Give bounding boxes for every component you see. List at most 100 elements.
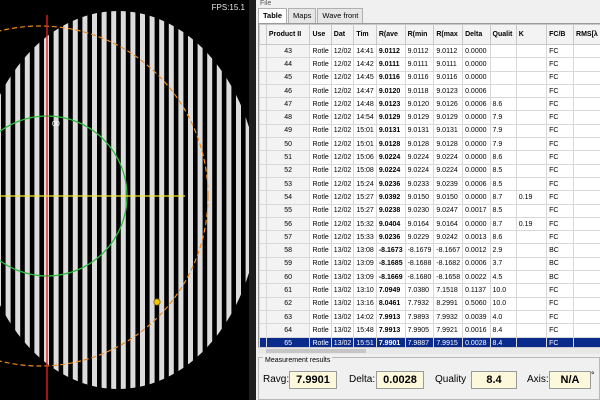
table-cell: FC xyxy=(546,203,575,218)
horizontal-scrollbar[interactable] xyxy=(258,347,600,354)
table-cell: 14:47 xyxy=(353,83,377,99)
marker-dot xyxy=(153,298,161,306)
table-cell: 7.9921 xyxy=(433,323,464,338)
table-cell: BC xyxy=(546,256,575,272)
column-header[interactable]: Tim xyxy=(353,24,377,45)
table-cell: 9.0126 xyxy=(433,97,464,112)
row-header[interactable] xyxy=(259,57,267,72)
table-row[interactable]: 47 Rotle 12/02 14:48 9.0123 9.0120 9.0126 0.000… xyxy=(259,97,600,112)
column-header[interactable]: Dat xyxy=(330,24,355,45)
table-cell: Rotle xyxy=(309,216,332,232)
table-row[interactable]: 57 Rotle 12/02 15:33 9.0236 9.0229 9.0242 0.001… xyxy=(259,230,600,245)
row-header[interactable] xyxy=(259,296,267,311)
table-cell: 9.0112 xyxy=(404,43,435,59)
row-header[interactable] xyxy=(259,150,267,165)
overlay-number-label: 00 xyxy=(52,121,60,128)
table-cell: 0.0006 xyxy=(462,176,491,192)
splitter[interactable] xyxy=(249,0,256,400)
table-row[interactable]: 45 Rotle 12/02 14:45 9.0116 9.0116 9.0116 0.000… xyxy=(259,70,600,85)
column-header[interactable]: RMS[λ xyxy=(573,24,600,45)
row-header[interactable] xyxy=(259,270,267,285)
column-header[interactable]: Delta xyxy=(462,24,491,45)
table-row[interactable]: 52 Rotle 12/02 15:08 9.0224 9.0224 9.0224 0.000… xyxy=(259,163,600,178)
table-cell: 9.0116 xyxy=(433,70,464,85)
table-cell: 15:33 xyxy=(353,230,377,245)
table-row[interactable]: 56 Rotle 12/02 15:32 9.0404 9.0164 9.0164 0.000… xyxy=(259,216,600,232)
row-header[interactable] xyxy=(259,190,267,205)
table-cell: 15:24 xyxy=(353,176,377,192)
row-header[interactable] xyxy=(259,256,267,272)
table-cell xyxy=(489,57,517,72)
row-header[interactable] xyxy=(259,323,267,338)
table-cell: 8.2991 xyxy=(433,296,464,311)
quality-label: Quality xyxy=(435,374,467,385)
row-header-corner xyxy=(259,24,267,45)
table-cell xyxy=(515,123,548,139)
table-row[interactable]: 54 Rotle 12/02 15:27 9.0392 9.0150 9.0150 0.000… xyxy=(259,190,600,205)
table-cell: 4.0 xyxy=(489,309,517,325)
row-header[interactable] xyxy=(259,97,267,112)
column-header[interactable]: Use xyxy=(309,24,332,45)
row-header[interactable] xyxy=(259,83,267,99)
table-row[interactable]: 50 Rotle 12/02 15:01 9.0128 9.0128 9.0128 0.000… xyxy=(259,137,600,152)
tab-maps[interactable]: Maps xyxy=(288,8,317,23)
table-row[interactable]: 63 Rotle 13/02 14:02 7.9913 7.9893 7.9932 0.003… xyxy=(259,309,600,325)
table-row[interactable]: 59 Rotle 13/02 13:09 -8.1685 -8.1688 -8.1682 0.… xyxy=(259,256,600,272)
row-header[interactable] xyxy=(259,216,267,232)
table-row[interactable]: 61 Rotle 13/02 13:10 7.0949 7.0380 7.1518 0.113… xyxy=(259,283,600,298)
row-header[interactable] xyxy=(259,70,267,85)
row-header[interactable] xyxy=(259,163,267,178)
row-header[interactable] xyxy=(259,137,267,152)
table-cell xyxy=(515,57,548,72)
table-row[interactable]: 48 Rotle 12/02 14:54 9.0129 9.0129 9.0129 0.000… xyxy=(259,110,600,125)
table-cell: 9.0164 xyxy=(404,216,435,232)
row-header[interactable] xyxy=(259,43,267,59)
table-row[interactable]: 43 Rotle 12/02 14:41 9.0112 9.0112 9.0112 0.000… xyxy=(259,43,600,59)
table-cell xyxy=(573,150,600,165)
row-header[interactable] xyxy=(259,110,267,125)
row-header[interactable] xyxy=(259,203,267,218)
table-cell: 45 xyxy=(265,70,311,85)
column-header[interactable]: R(min xyxy=(404,24,435,45)
menu-file[interactable]: File xyxy=(260,0,271,8)
table-row[interactable]: 53 Rotle 12/02 15:24 9.0236 9.0233 9.0239 0.000… xyxy=(259,176,600,192)
table-row[interactable]: 44 Rotle 12/02 14:42 9.0111 9.0111 9.0111 0.000… xyxy=(259,57,600,72)
table-cell xyxy=(515,323,548,338)
column-header[interactable]: FC/B xyxy=(546,24,575,45)
table-row[interactable]: 49 Rotle 12/02 15:01 9.0131 9.0131 9.0131 0.000… xyxy=(259,123,600,139)
table-cell: 52 xyxy=(265,163,311,178)
table-cell xyxy=(573,43,600,59)
table-cell: 59 xyxy=(265,256,311,272)
column-header[interactable]: Product II xyxy=(265,24,311,45)
table-cell: 56 xyxy=(265,216,311,232)
column-header[interactable]: R(ave xyxy=(375,24,406,45)
table-row[interactable]: 55 Rotle 12/02 15:27 9.0238 9.0230 9.0247 0.001… xyxy=(259,203,600,218)
table-cell xyxy=(573,83,600,99)
tab-table[interactable]: Table xyxy=(258,8,288,24)
measurement-results-group: Measurement results Ravg: 7.9901 Delta: … xyxy=(258,357,600,400)
table-cell: FC xyxy=(546,190,575,205)
table-row[interactable]: 46 Rotle 12/02 14:47 9.0120 9.0118 9.0123 0.000… xyxy=(259,83,600,99)
table-cell: 9.0120 xyxy=(375,83,406,99)
row-header[interactable] xyxy=(259,283,267,298)
column-header[interactable]: R(max xyxy=(433,24,464,45)
table-row[interactable]: 58 Rotle 13/02 13:08 -8.1673 -8.1679 -8.1667 0.… xyxy=(259,243,600,258)
table-cell: 15:27 xyxy=(353,190,377,205)
tab-wave-front[interactable]: Wave front xyxy=(317,8,364,23)
column-header[interactable]: Qualit xyxy=(489,24,517,45)
table-cell: 58 xyxy=(265,243,311,258)
table-cell: 0.0000 xyxy=(462,150,491,165)
table-row[interactable]: 60 Rotle 13/02 13:09 -8.1669 -8.1680 -8.1658 0.… xyxy=(259,270,600,285)
table-cell: 14:54 xyxy=(353,110,377,125)
row-header[interactable] xyxy=(259,243,267,258)
row-header[interactable] xyxy=(259,230,267,245)
row-header[interactable] xyxy=(259,176,267,192)
table-row[interactable]: 62 Rotle 13/02 13:16 8.0461 7.7932 8.2991 0.506… xyxy=(259,296,600,311)
table-row[interactable]: 51 Rotle 12/02 15:06 9.0224 9.0224 9.0224 0.000… xyxy=(259,150,600,165)
row-header[interactable] xyxy=(259,309,267,325)
scrollbar-thumb[interactable] xyxy=(266,349,366,353)
table-cell: 9.0129 xyxy=(433,110,464,125)
table-row[interactable]: 64 Rotle 13/02 15:48 7.9913 7.9905 7.9921 0.001… xyxy=(259,323,600,338)
row-header[interactable] xyxy=(259,123,267,139)
column-header[interactable]: K xyxy=(515,24,548,45)
